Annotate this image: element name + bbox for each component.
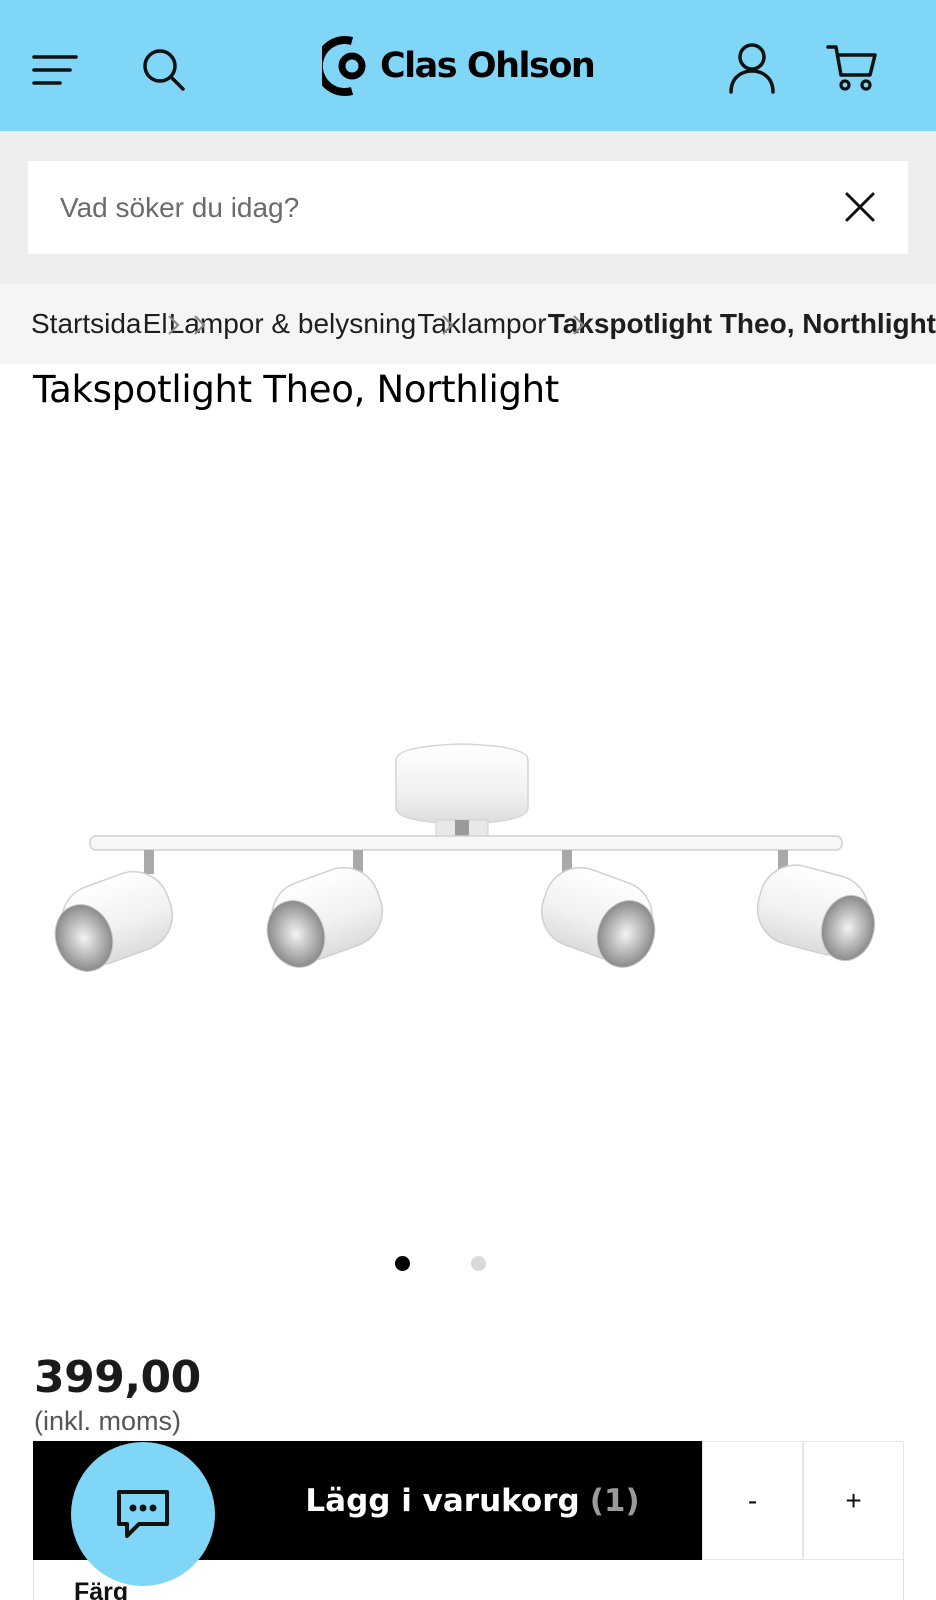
add-to-cart-quantity: (1) xyxy=(589,1482,640,1519)
cart-button[interactable] xyxy=(820,38,884,98)
close-icon xyxy=(845,192,875,222)
product-image[interactable] xyxy=(0,430,936,1250)
site-header: Clas Ohlson xyxy=(0,0,936,131)
header-search-button[interactable] xyxy=(134,40,194,100)
clas-ohlson-logo[interactable]: Clas Ohlson xyxy=(322,34,596,98)
search-input[interactable] xyxy=(60,177,820,238)
search-icon xyxy=(143,49,185,91)
search-section xyxy=(0,131,936,284)
image-carousel-dots xyxy=(395,1256,486,1271)
quantity-increment-button[interactable]: + xyxy=(803,1441,904,1560)
chevron-right-icon xyxy=(547,310,585,338)
menu-button[interactable] xyxy=(24,40,84,100)
breadcrumb-item-taklampor[interactable]: Taklampor xyxy=(417,308,546,340)
product-price: 399,00 xyxy=(34,1352,201,1403)
account-button[interactable] xyxy=(722,38,782,98)
search-box xyxy=(28,161,908,254)
add-to-cart-label: Lägg i varukorg xyxy=(305,1482,580,1519)
chat-button[interactable] xyxy=(71,1442,215,1586)
clas-ohlson-logo-icon xyxy=(322,36,366,96)
carousel-dot-1[interactable] xyxy=(395,1256,410,1271)
search-clear-button[interactable] xyxy=(842,189,878,225)
chevron-right-icon xyxy=(416,310,454,338)
breadcrumb-item-current: Takspotlight Theo, Northlight xyxy=(547,308,936,339)
quantity-decrement-button[interactable]: - xyxy=(702,1441,803,1560)
chat-bubble-icon xyxy=(117,1490,169,1538)
breadcrumb-item-startsida[interactable]: Startsida xyxy=(31,308,142,340)
product-title: Takspotlight Theo, Northlight xyxy=(33,368,560,411)
breadcrumb: Startsida El Lampor & belysning Taklampo… xyxy=(0,284,936,364)
product-photo-spotlight xyxy=(54,743,876,972)
carousel-dot-2[interactable] xyxy=(471,1256,486,1271)
chevron-right-icon xyxy=(168,310,206,338)
breadcrumb-item-el[interactable]: El xyxy=(143,308,168,340)
price-vat-note: (inkl. moms) xyxy=(34,1406,181,1436)
breadcrumb-item-lampor[interactable]: Lampor & belysning xyxy=(169,308,416,340)
cart-icon xyxy=(826,45,877,91)
hamburger-menu-icon xyxy=(32,55,78,85)
logo-text: Clas Ohlson xyxy=(380,46,596,86)
chevron-right-icon xyxy=(142,310,180,338)
user-icon xyxy=(729,43,775,94)
